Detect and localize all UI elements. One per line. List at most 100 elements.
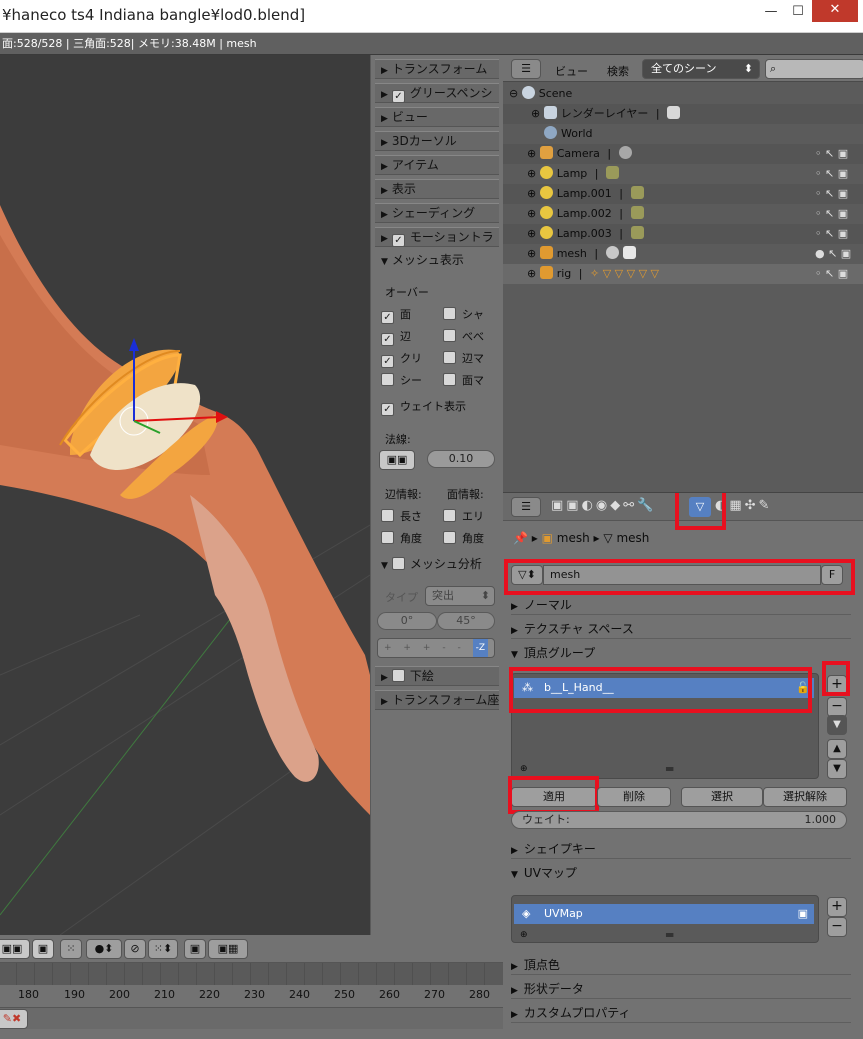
datablock-name-field[interactable]: mesh: [543, 565, 821, 585]
context-tabs[interactable]: ▣▣◐◉◆⚯🔧: [551, 498, 656, 513]
normal-size-field[interactable]: 0.10: [427, 450, 495, 468]
faces-checkbox[interactable]: ✓ 面: [381, 306, 411, 324]
bevel-checkbox[interactable]: べべ: [443, 328, 484, 344]
normal-type-buttons[interactable]: ▣▣: [379, 450, 415, 470]
outliner-row-lamp[interactable]: ⊕ Lamp |: [503, 164, 863, 184]
section-uv-maps[interactable]: ▼ UVマップ: [511, 863, 851, 883]
face-area-checkbox[interactable]: エリ: [443, 508, 484, 524]
timeline-scrollbar[interactable]: [0, 963, 503, 985]
uv-map-list[interactable]: ◈ UVMap ▣ ⊕ ═: [511, 895, 819, 943]
vertex-group-specials-button[interactable]: ▼: [827, 715, 847, 735]
panel-item[interactable]: ▶ アイテム: [375, 155, 499, 175]
snap-element-select[interactable]: ⁙⬍: [148, 939, 178, 959]
edge-angle-checkbox[interactable]: 角度: [381, 530, 422, 546]
add-uv-map-button[interactable]: +: [827, 897, 847, 917]
panel-motion-tracking[interactable]: ▶ ✓ モーショントラ: [375, 227, 499, 247]
editor-type-button[interactable]: ☰: [511, 59, 541, 79]
keying-icons[interactable]: ✎✖: [0, 1009, 28, 1029]
outliner-row-lamp-001[interactable]: ⊕ Lamp.001 |: [503, 184, 863, 204]
outliner-row-mesh[interactable]: ⊕ mesh |: [503, 244, 863, 264]
panel-grease-pencil[interactable]: ▶ ✓ グリースペンシ: [375, 83, 499, 103]
section-shape-keys[interactable]: ▶ シェイプキー: [511, 839, 851, 859]
view-menu[interactable]: ビュー: [555, 63, 588, 79]
seams-checkbox[interactable]: シー: [381, 372, 422, 388]
edge-marks-checkbox[interactable]: 辺マ: [443, 350, 484, 366]
outliner-row-render-layers[interactable]: ⊕ レンダーレイヤー |: [503, 104, 863, 124]
section-vertex-groups[interactable]: ▼ 頂点グループ: [511, 643, 851, 663]
weight-slider[interactable]: ウェイト: 1.000: [511, 811, 847, 829]
outliner-row-rig[interactable]: ⊕ rig | ✧ ▽ ▽ ▽ ▽ ▽: [503, 264, 863, 284]
edges-checkbox[interactable]: ✓ 辺: [381, 328, 411, 346]
analysis-type-select[interactable]: 突出 ⬍: [425, 586, 495, 606]
minimize-button[interactable]: —: [756, 0, 786, 26]
panel-transform-orientations[interactable]: ▶ トランスフォーム座: [375, 690, 499, 710]
visibility-icon[interactable]: ◦ ↖ ▣: [815, 264, 863, 284]
proportional-edit-select[interactable]: ●⬍: [86, 939, 122, 959]
panel-mesh-analysis[interactable]: ▼ メッシュ分析: [375, 555, 499, 575]
panel-shading[interactable]: ▶ シェーディング: [375, 203, 499, 223]
visibility-icon[interactable]: ◦ ↖ ▣: [815, 144, 863, 164]
occlude-geometry-button[interactable]: ▣: [32, 939, 54, 959]
deselect-button[interactable]: 選択解除: [763, 787, 847, 807]
select-button[interactable]: 選択: [681, 787, 763, 807]
face-angle-checkbox[interactable]: 角度: [443, 530, 484, 546]
editor-type-button[interactable]: ☰: [511, 497, 541, 517]
close-button[interactable]: ✕: [812, 0, 858, 22]
section-normals[interactable]: ▶ ノーマル: [511, 595, 851, 615]
outliner-search-input[interactable]: ⌕: [765, 59, 863, 79]
add-filter-icon[interactable]: ⊕: [520, 764, 528, 774]
outliner-row-world[interactable]: World: [503, 124, 863, 144]
panel-display[interactable]: ▶ 表示: [375, 179, 499, 199]
outliner-row-camera[interactable]: ⊕ Camera |: [503, 144, 863, 164]
move-up-button[interactable]: ▲: [827, 739, 847, 759]
outliner-row-scene[interactable]: ⊖ Scene: [503, 84, 863, 104]
remove-button[interactable]: 削除: [597, 787, 671, 807]
render-camera-icon[interactable]: ▣: [798, 904, 808, 924]
panel-mesh-display[interactable]: ▼ メッシュ表示: [375, 251, 499, 271]
section-texture-space[interactable]: ▶ テクスチャ スペース: [511, 619, 851, 639]
pin-icon[interactable]: 📌: [513, 531, 528, 545]
uv-map-item[interactable]: ◈ UVMap ▣: [514, 904, 814, 924]
pivot-icon[interactable]: ⁙: [60, 939, 82, 959]
select-mode-buttons[interactable]: ▣▣: [0, 939, 30, 959]
section-vertex-colors[interactable]: ▶ 頂点色: [511, 955, 851, 975]
face-marks-checkbox[interactable]: 面マ: [443, 372, 484, 388]
search-menu[interactable]: 検索: [607, 63, 629, 79]
viewport-header: ▣▣ ▣ ⁙ ●⬍ ⊘ ⁙⬍ ▣ ▣▦: [0, 935, 503, 963]
remove-uv-map-button[interactable]: −: [827, 917, 847, 937]
visibility-icon[interactable]: ● ↖ ▣: [815, 244, 863, 264]
snap-icon[interactable]: ⊘: [124, 939, 146, 959]
move-down-button[interactable]: ▼: [827, 759, 847, 779]
maximize-button[interactable]: ☐: [784, 0, 812, 26]
panel-view[interactable]: ▶ ビュー: [375, 107, 499, 127]
analysis-max-field[interactable]: 45°: [437, 612, 495, 630]
weight-display-checkbox[interactable]: ✓ ウェイト表示: [381, 398, 466, 416]
outliner-row-lamp-002[interactable]: ⊕ Lamp.002 |: [503, 204, 863, 224]
outliner-row-lamp-003[interactable]: ⊕ Lamp.003 |: [503, 224, 863, 244]
fake-user-button[interactable]: F: [821, 565, 843, 585]
panel-background-images[interactable]: ▶ 下絵: [375, 666, 499, 686]
analysis-axis-buttons[interactable]: + + + - - -Z: [377, 638, 495, 658]
section-geometry-data[interactable]: ▶ 形状データ: [511, 979, 851, 999]
section-custom-properties[interactable]: ▶ カスタムプロパティ: [511, 1003, 851, 1023]
visibility-icon[interactable]: ◦ ↖ ▣: [815, 224, 863, 244]
sharp-checkbox[interactable]: シャ: [443, 306, 484, 322]
resize-handle[interactable]: ═: [666, 762, 673, 776]
visibility-icon[interactable]: ◦ ↖ ▣: [815, 164, 863, 184]
highlight-mesh-data-tab: [675, 493, 726, 530]
snap-target-icon[interactable]: ▣: [184, 939, 206, 959]
add-filter-icon[interactable]: ⊕: [520, 930, 528, 940]
datablock-browse-button[interactable]: ▽⬍: [511, 565, 543, 585]
analysis-min-field[interactable]: 0°: [377, 612, 437, 630]
visibility-icon[interactable]: ◦ ↖ ▣: [815, 204, 863, 224]
visibility-icon[interactable]: ◦ ↖ ▣: [815, 184, 863, 204]
panel-3d-cursor[interactable]: ▶ 3Dカーソル: [375, 131, 499, 151]
render-icons[interactable]: ▣▦: [208, 939, 248, 959]
edge-length-checkbox[interactable]: 長さ: [381, 508, 422, 524]
remove-vertex-group-button[interactable]: −: [827, 697, 847, 717]
creases-checkbox[interactable]: ✓ クリ: [381, 350, 422, 368]
resize-handle[interactable]: ═: [666, 928, 673, 942]
3d-viewport[interactable]: [0, 55, 370, 935]
scene-filter-select[interactable]: 全てのシーン ⬍: [642, 59, 760, 79]
panel-transform[interactable]: ▶ トランスフォーム: [375, 59, 499, 79]
